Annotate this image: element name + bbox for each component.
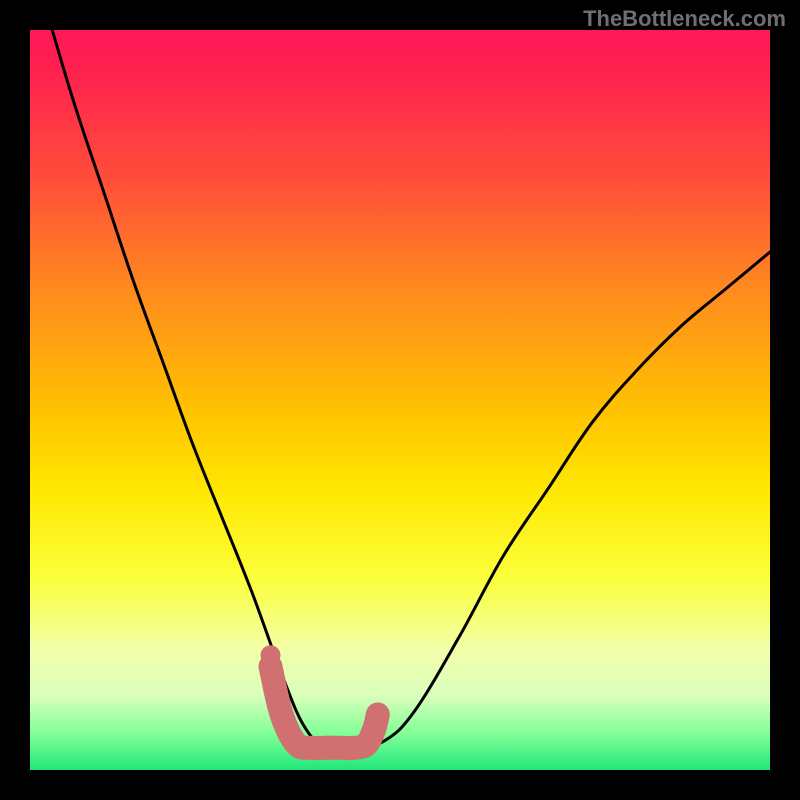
marker-dots <box>261 645 281 665</box>
curve-layer <box>30 30 770 770</box>
min-region-marker <box>271 666 378 748</box>
watermark-text: TheBottleneck.com <box>583 6 786 32</box>
marker-dot <box>261 645 281 665</box>
bottleneck-curve <box>52 30 770 750</box>
chart-frame: TheBottleneck.com <box>0 0 800 800</box>
plot-area <box>30 30 770 770</box>
